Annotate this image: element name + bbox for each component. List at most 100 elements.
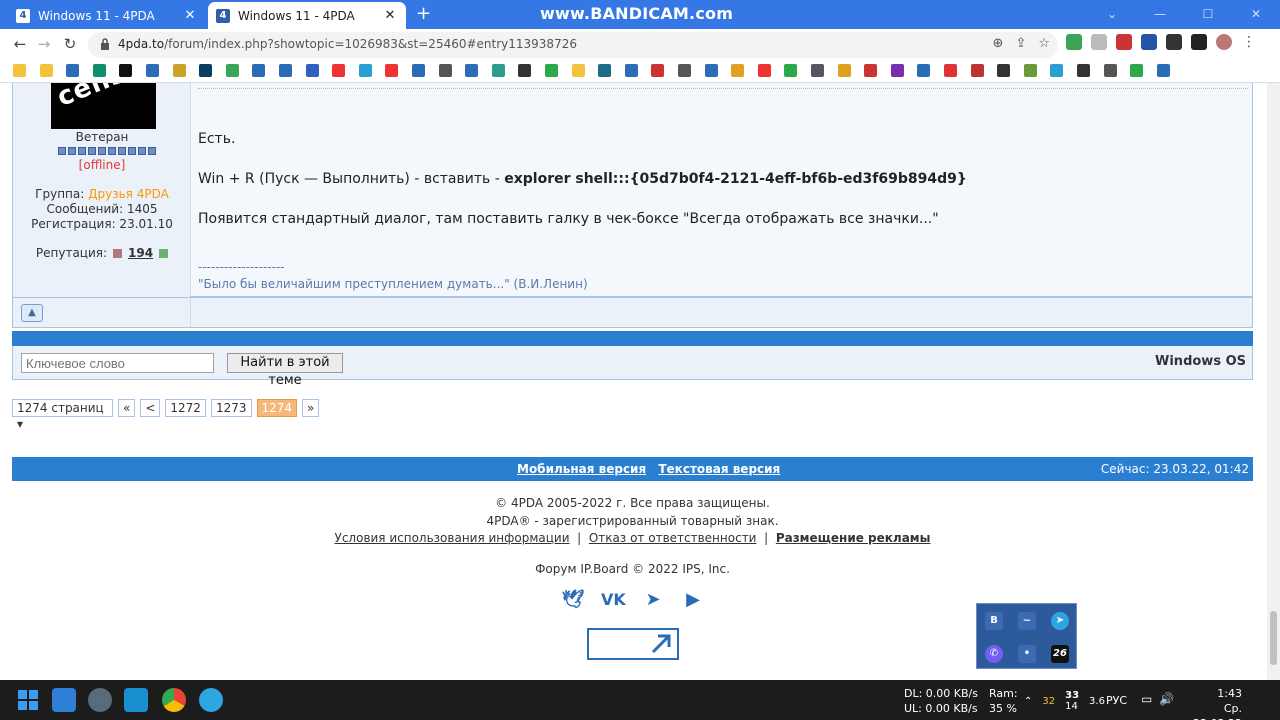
bookmark-icon[interactable] bbox=[1077, 64, 1090, 77]
page-link[interactable]: 1272 bbox=[165, 399, 206, 417]
bookmark-icon[interactable] bbox=[465, 64, 479, 77]
bookmark-icon[interactable] bbox=[1130, 64, 1144, 77]
bookmark-icon[interactable] bbox=[305, 64, 319, 77]
vk-icon[interactable]: VK bbox=[601, 589, 626, 611]
bookmark-icon[interactable] bbox=[39, 64, 53, 77]
bookmark-icon[interactable] bbox=[784, 64, 798, 77]
rep-minus-icon[interactable] bbox=[113, 248, 123, 258]
chevron-up-icon[interactable]: ⌃ bbox=[1024, 696, 1032, 707]
menu-dots-icon[interactable]: ⋮ bbox=[1241, 34, 1257, 50]
volume-icon[interactable]: 🔊 bbox=[1159, 692, 1174, 706]
desktop-icon[interactable] bbox=[124, 688, 148, 712]
chrome-icon[interactable] bbox=[162, 688, 186, 712]
bookmark-icon[interactable] bbox=[571, 64, 585, 77]
rep-plus-icon[interactable] bbox=[159, 248, 169, 258]
forward-arrow-icon[interactable]: → bbox=[34, 34, 54, 54]
bookmark-icon[interactable] bbox=[944, 64, 957, 77]
forum-name[interactable]: Windows OS bbox=[1155, 354, 1246, 369]
bookmark-icon[interactable] bbox=[811, 64, 824, 77]
avatar[interactable] bbox=[1216, 34, 1232, 50]
page-link[interactable]: 1273 bbox=[210, 399, 252, 417]
bookmark-icon[interactable] bbox=[438, 64, 452, 77]
bookmark-icon[interactable] bbox=[1156, 64, 1170, 77]
page-select[interactable]: 1274 страниц ▾ bbox=[12, 399, 113, 431]
bookmark-icon[interactable] bbox=[491, 64, 505, 77]
maximize-button[interactable]: ☐ bbox=[1184, 0, 1232, 29]
network-icon[interactable]: ▭ bbox=[1141, 692, 1152, 706]
close-icon[interactable]: ✕ bbox=[382, 8, 398, 23]
bookmark-icon[interactable] bbox=[598, 64, 612, 77]
language-indicator[interactable]: РУС bbox=[1106, 694, 1127, 707]
shield-icon[interactable] bbox=[1066, 34, 1082, 50]
bookmark-icon[interactable] bbox=[279, 64, 292, 77]
zoom-icon[interactable]: ⊕ bbox=[993, 36, 1004, 51]
minimize-button[interactable]: — bbox=[1136, 0, 1184, 29]
bookmark-icon[interactable] bbox=[651, 64, 665, 77]
4pda-logo[interactable] bbox=[587, 628, 679, 660]
page-prev-button[interactable]: < bbox=[140, 399, 161, 417]
bookmark-icon[interactable] bbox=[146, 64, 159, 77]
bookmark-icon[interactable] bbox=[704, 64, 718, 77]
group-link[interactable]: Друзья 4PDA bbox=[88, 187, 169, 201]
mail-icon[interactable] bbox=[1091, 34, 1107, 50]
page-next-button[interactable]: » bbox=[302, 399, 320, 417]
task-view-icon[interactable] bbox=[52, 688, 76, 712]
start-icon[interactable] bbox=[16, 688, 40, 712]
tray-app-icon[interactable]: ~ bbox=[1018, 612, 1036, 630]
bookmark-icon[interactable] bbox=[624, 64, 638, 77]
bookmark-icon[interactable] bbox=[225, 64, 239, 77]
globe-icon[interactable] bbox=[1141, 34, 1157, 50]
bookmark-icon[interactable] bbox=[757, 64, 771, 77]
bookmark-icon[interactable] bbox=[1050, 64, 1064, 77]
bookmark-icon[interactable] bbox=[917, 64, 931, 77]
close-window-button[interactable]: ✕ bbox=[1232, 0, 1280, 29]
bookmark-icon[interactable] bbox=[385, 64, 399, 77]
twitter-icon[interactable]: 🕊 bbox=[561, 589, 585, 611]
bookmark-icon[interactable] bbox=[332, 64, 346, 77]
new-tab-button[interactable]: + bbox=[416, 4, 431, 24]
bookmark-icon[interactable] bbox=[837, 64, 851, 77]
youtube-icon[interactable]: ▶ bbox=[681, 589, 705, 611]
viber-icon[interactable]: ✆ bbox=[985, 645, 1003, 663]
text-version-link[interactable]: Текстовая версия bbox=[658, 462, 780, 476]
flag-icon[interactable] bbox=[1116, 34, 1132, 50]
rep-value-link[interactable]: 194 bbox=[128, 246, 153, 260]
bookmark-icon[interactable] bbox=[1103, 64, 1117, 77]
telegram-icon[interactable]: ➤ bbox=[641, 589, 665, 611]
tray-badge[interactable]: 26 bbox=[1051, 645, 1069, 663]
bookmark-icon[interactable] bbox=[199, 64, 213, 77]
tray-app-icon[interactable]: B bbox=[985, 612, 1003, 630]
tab-windows11-1[interactable]: 4 Windows 11 - 4PDA ✕ bbox=[8, 2, 206, 29]
star-icon[interactable]: ☆ bbox=[1038, 36, 1050, 51]
telegram-icon[interactable]: ➤ bbox=[1051, 612, 1069, 630]
bookmark-icon[interactable] bbox=[119, 64, 133, 77]
clock[interactable]: 1:43 Ср. 23.03.22 bbox=[1180, 686, 1242, 720]
terms-link[interactable]: Условия использования информации bbox=[335, 531, 570, 545]
bookmark-icon[interactable] bbox=[545, 64, 558, 77]
bookmark-icon[interactable] bbox=[970, 64, 984, 77]
bookmark-icon[interactable] bbox=[252, 64, 266, 77]
page-first-button[interactable]: « bbox=[118, 399, 136, 417]
ads-link[interactable]: Размещение рекламы bbox=[776, 531, 931, 545]
bookmark-icon[interactable] bbox=[13, 64, 26, 77]
scroll-top-button[interactable]: ▲ bbox=[21, 304, 43, 322]
bookmark-icon[interactable] bbox=[864, 64, 878, 77]
app-icon[interactable] bbox=[88, 688, 112, 712]
bookmark-icon[interactable] bbox=[997, 64, 1011, 77]
telegram-icon[interactable] bbox=[199, 688, 223, 712]
page-scrollbar[interactable] bbox=[1267, 83, 1280, 680]
bookmark-icon[interactable] bbox=[92, 64, 106, 77]
address-bar[interactable]: 4pda.to/forum/index.php?showtopic=102698… bbox=[88, 32, 1058, 58]
search-input[interactable] bbox=[21, 353, 214, 373]
sidebar-icon[interactable] bbox=[1191, 34, 1207, 50]
bookmark-icon[interactable] bbox=[66, 64, 80, 77]
bookmark-icon[interactable] bbox=[412, 64, 425, 77]
tab-windows11-2[interactable]: 4 Windows 11 - 4PDA ✕ bbox=[208, 2, 406, 29]
bookmark-icon[interactable] bbox=[678, 64, 691, 77]
bookmark-icon[interactable] bbox=[1023, 64, 1037, 77]
avatar[interactable]: cens bbox=[51, 83, 156, 129]
bookmark-icon[interactable] bbox=[172, 64, 186, 77]
bookmark-icon[interactable] bbox=[518, 64, 532, 77]
reload-icon[interactable]: ↻ bbox=[60, 34, 80, 54]
disclaimer-link[interactable]: Отказ от ответственности bbox=[589, 531, 757, 545]
